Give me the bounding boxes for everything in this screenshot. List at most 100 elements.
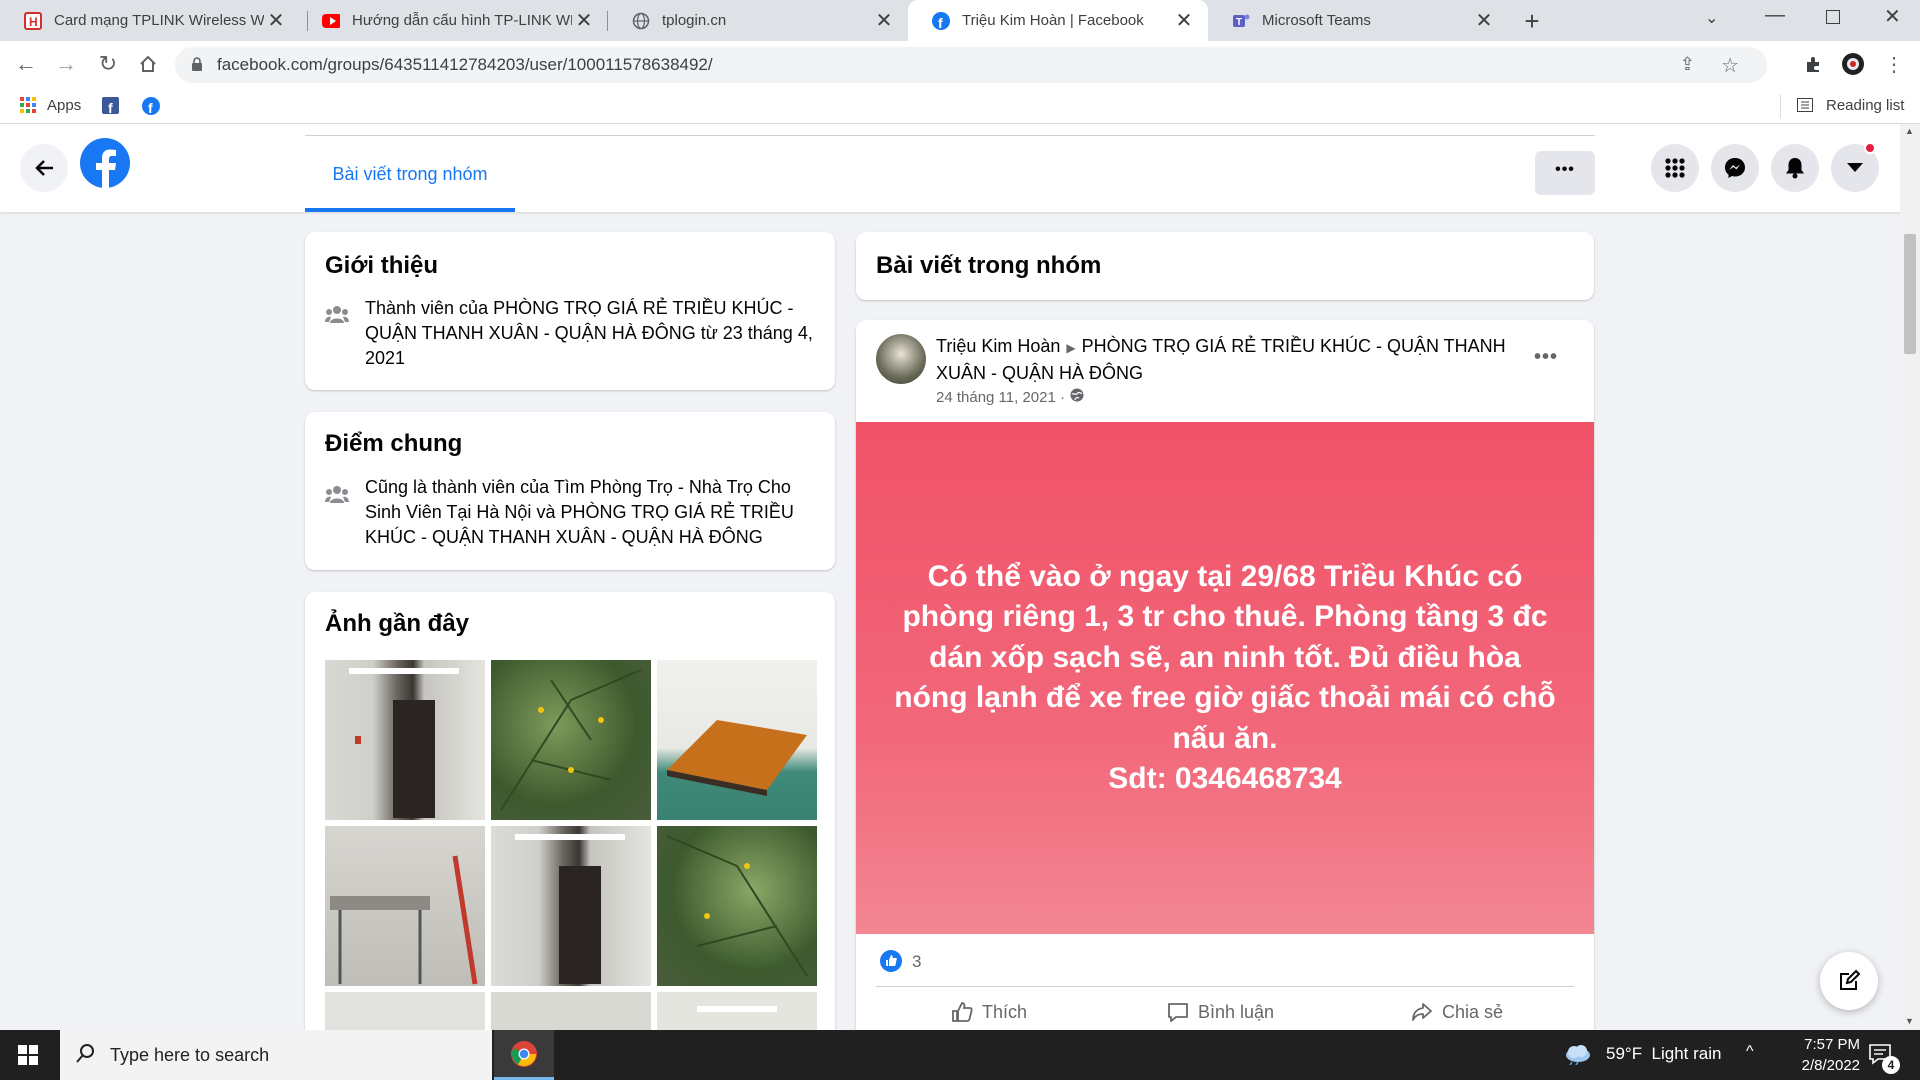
weather-text[interactable]: 59°F Light rain <box>1606 1044 1721 1064</box>
author-name[interactable]: Triệu Kim Hoàn <box>936 336 1060 356</box>
members-icon <box>325 484 349 509</box>
like-button[interactable]: Thích <box>950 1000 1027 1024</box>
photo-bed-frame[interactable] <box>657 660 817 820</box>
scrollbar-thumb[interactable] <box>1904 234 1916 354</box>
minimize-button[interactable]: — <box>1765 4 1785 27</box>
facebook-header: Bài viết trong nhóm ••• <box>0 124 1900 212</box>
posts-header-card: Bài viết trong nhóm <box>856 232 1594 300</box>
post-date[interactable]: 24 tháng 11, 2021 · <box>936 389 1065 406</box>
post-options-icon[interactable]: ••• <box>1534 346 1558 369</box>
search-placeholder: Type here to search <box>110 1044 270 1065</box>
recent-photos-card: Ảnh gần đây <box>305 592 835 1062</box>
home-icon[interactable] <box>130 46 166 82</box>
close-window-button[interactable]: ✕ <box>1884 4 1901 29</box>
notifications-bell-icon[interactable] <box>1771 144 1819 192</box>
share-icon[interactable]: ⇪ <box>1680 54 1695 75</box>
tab-title: Triệu Kim Hoàn | Facebook <box>962 12 1144 29</box>
facebook-square-icon[interactable]: f <box>102 97 119 118</box>
notification-dot <box>1864 142 1876 154</box>
tab-title: Microsoft Teams <box>1262 12 1371 29</box>
new-tab-button[interactable]: + <box>1517 6 1547 36</box>
thumbs-up-icon <box>952 1002 973 1022</box>
common-title: Điểm chung <box>325 430 463 457</box>
globe-icon <box>632 12 650 30</box>
messenger-icon[interactable] <box>1711 144 1759 192</box>
tab-search-icon[interactable]: ⌄ <box>1705 8 1718 28</box>
forward-button[interactable]: → <box>48 46 84 82</box>
scroll-down-icon[interactable]: ▼ <box>1905 1016 1914 1026</box>
apps-icon[interactable] <box>20 97 36 117</box>
share-button[interactable]: Chia sẻ <box>1410 1000 1503 1024</box>
post-text-line: nấu ăn. <box>1172 721 1278 755</box>
taskbar-clock[interactable]: 7:57 PM 2/8/2022 <box>1770 1034 1860 1076</box>
like-count[interactable]: 3 <box>912 952 921 972</box>
windows-start-icon[interactable] <box>18 1045 38 1070</box>
like-reaction-icon[interactable] <box>880 950 902 977</box>
notification-count-badge: 4 <box>1882 1056 1900 1074</box>
common-text: Cũng là thành viên của Tìm Phòng Trọ - N… <box>365 477 794 547</box>
star-icon[interactable]: ☆ <box>1721 53 1739 78</box>
photo-tree-2[interactable] <box>657 826 817 986</box>
post-text-line: nóng lạnh để xe free giờ giấc thoải mái … <box>894 681 1556 714</box>
tab-facebook[interactable]: f Triệu Kim Hoàn | Facebook ✕ <box>908 0 1208 41</box>
triangle-right-icon: ▶ <box>1066 341 1076 355</box>
more-options-button[interactable]: ••• <box>1535 151 1595 195</box>
close-icon[interactable]: ✕ <box>572 9 596 33</box>
address-bar[interactable]: facebook.com/groups/643511412784203/user… <box>175 47 1767 83</box>
tab-posts-in-group[interactable]: Bài viết trong nhóm <box>305 164 515 185</box>
profile-avatar[interactable] <box>1835 46 1871 82</box>
active-tab-indicator <box>305 208 515 212</box>
tab-tplogin[interactable]: tplogin.cn ✕ <box>608 0 908 41</box>
scroll-up-icon[interactable]: ▲ <box>1905 126 1914 136</box>
close-icon[interactable]: ✕ <box>1172 9 1196 33</box>
tab-teams[interactable]: T Microsoft Teams ✕ <box>1208 0 1508 41</box>
maximize-button[interactable] <box>1826 10 1840 24</box>
reading-list-label[interactable]: Reading list <box>1826 97 1904 114</box>
new-message-button[interactable] <box>1820 952 1878 1010</box>
svg-text:H: H <box>29 15 38 29</box>
taskbar-search-box[interactable]: Type here to search <box>60 1030 492 1080</box>
teams-icon: T <box>1232 12 1250 30</box>
clock-date: 2/8/2022 <box>1801 1057 1860 1074</box>
facebook-icon[interactable]: f <box>142 97 160 119</box>
close-icon[interactable]: ✕ <box>872 9 896 33</box>
intro-card: Giới thiệu Thành viên của PHÒNG TRỌ GIÁ … <box>305 232 835 390</box>
svg-text:f: f <box>938 15 943 30</box>
menu-grid-icon[interactable] <box>1651 144 1699 192</box>
post-meta: 24 tháng 11, 2021 · <box>936 388 1084 406</box>
close-icon[interactable]: ✕ <box>1472 9 1496 33</box>
url-text: facebook.com/groups/643511412784203/user… <box>217 55 713 74</box>
chrome-taskbar-button[interactable] <box>494 1030 554 1080</box>
tab-tplink-card[interactable]: H Card mạng TPLINK Wireless WN7 ✕ <box>0 0 300 41</box>
h-red-icon: H <box>24 11 42 30</box>
browser-toolbar: ← → ↻ facebook.com/groups/64351141278420… <box>0 41 1920 88</box>
compose-icon <box>1840 969 1861 990</box>
extensions-icon[interactable] <box>1795 46 1831 82</box>
intro-title: Giới thiệu <box>325 252 439 279</box>
author-avatar[interactable] <box>876 334 926 384</box>
reading-list-icon[interactable] <box>1797 98 1813 116</box>
photo-table[interactable] <box>325 826 485 986</box>
lock-icon <box>191 56 203 77</box>
comment-button[interactable]: Bình luận <box>1166 1000 1274 1024</box>
tab-title: Card mạng TPLINK Wireless WN7 <box>54 12 264 29</box>
page-scrollbar[interactable]: ▲ ▼ <box>1900 124 1920 1030</box>
photo-room-door[interactable] <box>325 660 485 820</box>
close-icon[interactable]: ✕ <box>264 9 288 33</box>
photo-room-door-2[interactable] <box>491 826 651 986</box>
menu-icon[interactable]: ⋮ <box>1876 46 1912 82</box>
post-text-line: Có thể vào ở ngay tại 29/68 Triều Khúc c… <box>927 559 1523 593</box>
chevron-up-icon[interactable]: ^ <box>1746 1043 1754 1061</box>
post-text-line: phòng riêng 1, 3 tr cho thuê. Phòng tầng… <box>902 600 1548 633</box>
photos-title: Ảnh gần đây <box>325 610 470 637</box>
search-icon <box>76 1043 96 1068</box>
photo-tree[interactable] <box>491 660 651 820</box>
tab-title: Hướng dẫn cấu hình TP-LINK WR <box>352 12 572 29</box>
back-button[interactable]: ← <box>8 46 44 82</box>
weather-cloud-icon[interactable] <box>1564 1043 1592 1070</box>
facebook-logo-icon[interactable] <box>80 138 130 193</box>
back-arrow-button[interactable] <box>20 144 68 192</box>
tab-youtube-guide[interactable]: Hướng dẫn cấu hình TP-LINK WR ✕ <box>308 0 608 41</box>
apps-label[interactable]: Apps <box>47 97 81 114</box>
reload-button[interactable]: ↻ <box>90 46 126 82</box>
